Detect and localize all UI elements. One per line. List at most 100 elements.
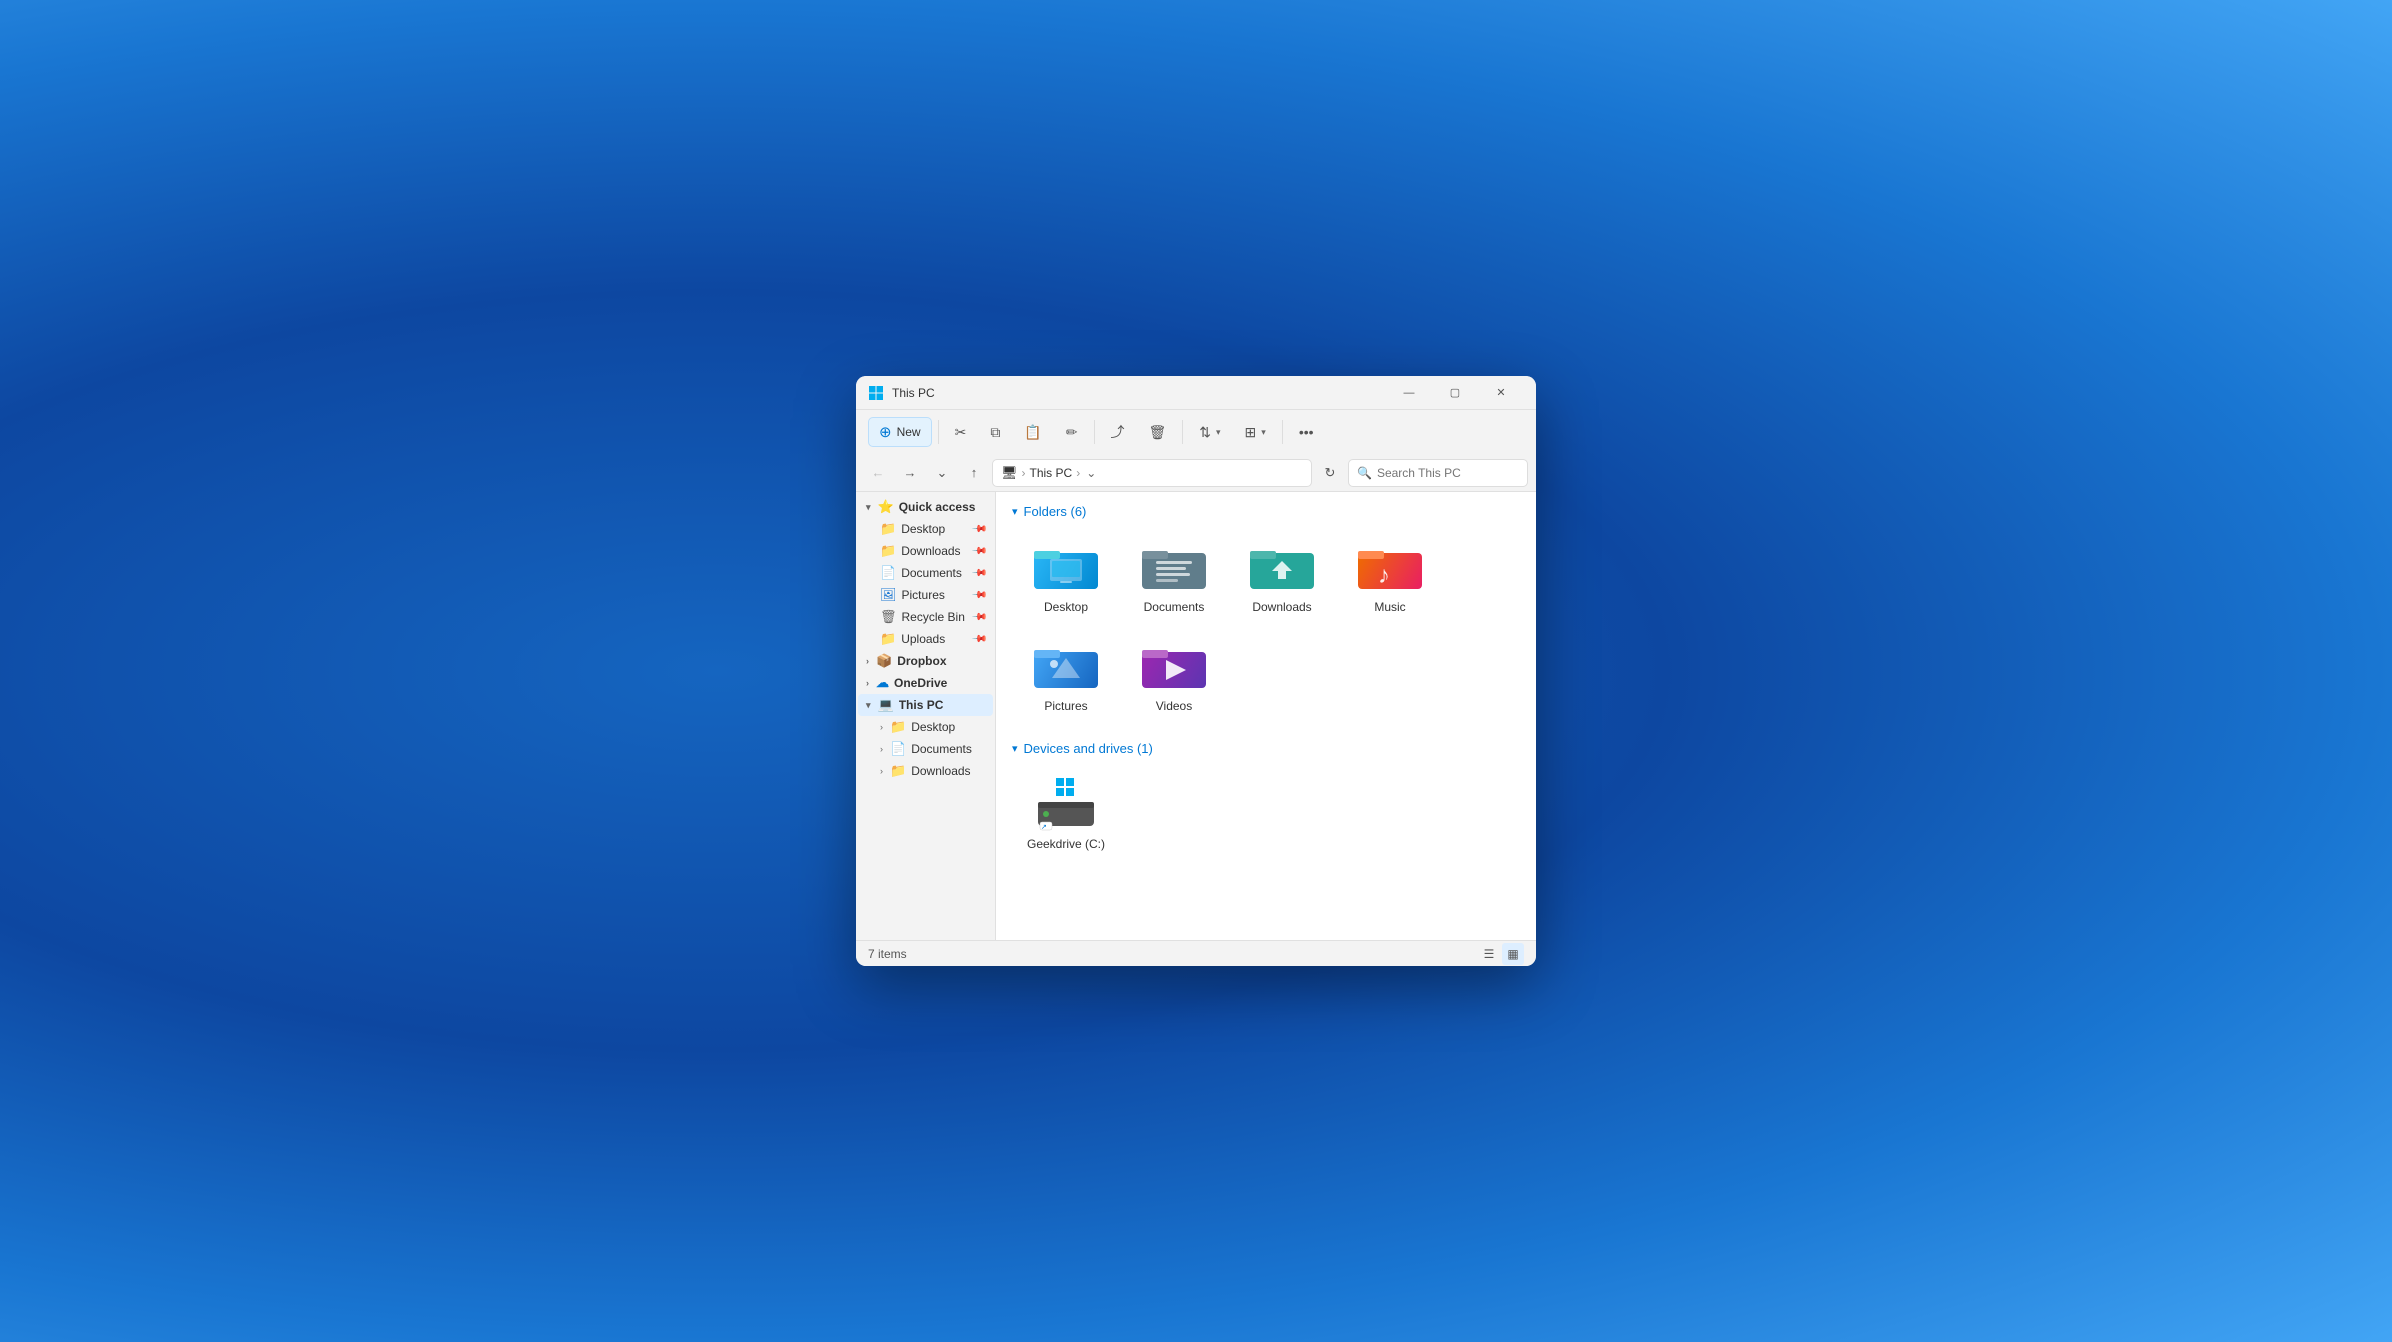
- onedrive-icon: ☁: [876, 675, 889, 691]
- sidebar-item-uploads[interactable]: 📁 Uploads 📌: [868, 628, 993, 650]
- toolbar-separator-2: [1094, 420, 1095, 444]
- onedrive-label: OneDrive: [894, 676, 985, 690]
- folder-downloads[interactable]: Downloads: [1232, 531, 1332, 622]
- copy-button[interactable]: ⧉: [980, 419, 1010, 446]
- folder-desktop-icon: [1031, 539, 1101, 594]
- folder-pictures[interactable]: Pictures: [1016, 630, 1116, 721]
- folder-music-label: Music: [1374, 600, 1405, 614]
- folder-videos[interactable]: Videos: [1124, 630, 1224, 721]
- grid-view-button[interactable]: ▦: [1502, 943, 1524, 965]
- pc-icon: 🖥: [1001, 465, 1018, 481]
- folder-music[interactable]: ♪ Music: [1340, 531, 1440, 622]
- this-pc-label: This PC: [899, 698, 985, 712]
- list-view-button[interactable]: ☰: [1478, 943, 1500, 965]
- sidebar-item-downloads[interactable]: 📁 Downloads 📌: [868, 540, 993, 562]
- folders-section-header[interactable]: ▾ Folders (6): [1012, 504, 1520, 519]
- drive-c[interactable]: ↗ Geekdrive (C:): [1016, 768, 1116, 859]
- sidebar-item-desktop[interactable]: 📁 Desktop 📌: [868, 518, 993, 540]
- sidebar: ▾ ⭐ Quick access 📁 Desktop 📌 📁 Downloads…: [856, 492, 996, 940]
- documents2-label: Documents: [911, 742, 985, 756]
- downloads-icon: 📁: [880, 543, 896, 559]
- downloads-label: Downloads: [901, 544, 967, 558]
- folders-grid: Desktop D: [1012, 531, 1520, 721]
- search-bar[interactable]: 🔍: [1348, 459, 1528, 487]
- this-pc-icon: 💻: [878, 697, 894, 713]
- maximize-button[interactable]: ▢: [1432, 376, 1478, 410]
- folder-desktop[interactable]: Desktop: [1016, 531, 1116, 622]
- new-plus-icon: ⊕: [879, 423, 892, 441]
- breadcrumb-separator-2: ›: [1076, 466, 1080, 480]
- cut-button[interactable]: ✂: [945, 419, 977, 446]
- window-controls: — ▢ ✕: [1386, 376, 1524, 410]
- toolbar: ⊕ New ✂ ⧉ 📋 ✏ ⤴ 🗑 ⇅ ▾ ⊞ ▾: [856, 410, 1536, 454]
- folder-music-icon: ♪: [1355, 539, 1425, 594]
- folder-documents-icon: [1139, 539, 1209, 594]
- dropbox-chevron: ›: [866, 656, 869, 666]
- sidebar-item-documents[interactable]: 📄 Documents 📌: [868, 562, 993, 584]
- view-button[interactable]: ⊞ ▾: [1235, 419, 1276, 446]
- desktop2-icon: 📁: [890, 719, 906, 735]
- view-chevron-icon: ▾: [1261, 427, 1266, 438]
- dropbox-icon: 📦: [876, 653, 892, 669]
- rename-button[interactable]: ✏: [1056, 419, 1088, 446]
- view-buttons: ☰ ▦: [1478, 943, 1524, 965]
- cut-icon: ✂: [955, 424, 967, 441]
- desktop2-chevron: ›: [880, 722, 883, 732]
- share-button[interactable]: ⤴: [1101, 417, 1135, 447]
- quick-access-items: 📁 Desktop 📌 📁 Downloads 📌 📄 Documents 📌 …: [856, 518, 995, 650]
- sidebar-item-quick-access[interactable]: ▾ ⭐ Quick access: [858, 496, 993, 518]
- sidebar-item-recycle-bin[interactable]: 🗑 Recycle Bin 📌: [868, 606, 993, 628]
- forward-button[interactable]: →: [896, 459, 924, 487]
- sidebar-item-onedrive[interactable]: › ☁ OneDrive: [858, 672, 993, 694]
- folders-section-title: Folders (6): [1024, 504, 1087, 519]
- delete-icon: 🗑: [1149, 424, 1167, 441]
- folder-pictures-label: Pictures: [1044, 699, 1087, 713]
- search-input[interactable]: [1377, 466, 1519, 480]
- quick-access-label: Quick access: [899, 500, 985, 514]
- sidebar-item-desktop2[interactable]: › 📁 Desktop: [868, 716, 993, 738]
- delete-button[interactable]: 🗑: [1139, 419, 1177, 446]
- sort-chevron-icon: ▾: [1216, 427, 1221, 438]
- folder-downloads-icon: [1247, 539, 1317, 594]
- sidebar-item-this-pc[interactable]: ▾ 💻 This PC: [858, 694, 993, 716]
- back-button[interactable]: ←: [864, 459, 892, 487]
- folder-desktop-label: Desktop: [1044, 600, 1088, 614]
- drives-section-header[interactable]: ▾ Devices and drives (1): [1012, 741, 1520, 756]
- file-explorer-window: This PC — ▢ ✕ ⊕ New ✂ ⧉ 📋 ✏ ⤴ 🗑: [856, 376, 1536, 966]
- more-button[interactable]: •••: [1289, 419, 1324, 445]
- sidebar-item-downloads2[interactable]: › 📁 Downloads: [868, 760, 993, 782]
- toolbar-separator-1: [938, 420, 939, 444]
- view-icon: ⊞: [1245, 424, 1257, 441]
- documents2-icon: 📄: [890, 741, 906, 757]
- title-bar: This PC — ▢ ✕: [856, 376, 1536, 410]
- uploads-pin-icon: 📌: [970, 631, 987, 648]
- documents-pin-icon: 📌: [970, 565, 987, 582]
- paste-button[interactable]: 📋: [1014, 419, 1051, 446]
- sidebar-item-documents2[interactable]: › 📄 Documents: [868, 738, 993, 760]
- new-button[interactable]: ⊕ New: [868, 417, 932, 447]
- this-pc-items: › 📁 Desktop › 📄 Documents › 📁 Downloads: [856, 716, 995, 782]
- folder-videos-label: Videos: [1156, 699, 1192, 713]
- pictures-icon: 🖼: [880, 587, 897, 603]
- sort-button[interactable]: ⇅ ▾: [1189, 419, 1230, 446]
- downloads2-chevron: ›: [880, 766, 883, 776]
- close-button[interactable]: ✕: [1478, 376, 1524, 410]
- documents-label: Documents: [901, 566, 967, 580]
- folder-documents[interactable]: Documents: [1124, 531, 1224, 622]
- up-button[interactable]: ↑: [960, 459, 988, 487]
- pictures-label: Pictures: [902, 588, 968, 602]
- sidebar-item-pictures[interactable]: 🖼 Pictures 📌: [868, 584, 993, 606]
- pictures-pin-icon: 📌: [970, 587, 987, 604]
- desktop-icon: 📁: [880, 521, 896, 537]
- breadcrumb-dropdown[interactable]: ⌄: [1086, 466, 1096, 480]
- sidebar-item-dropbox[interactable]: › 📦 Dropbox: [858, 650, 993, 672]
- minimize-button[interactable]: —: [1386, 376, 1432, 410]
- drives-chevron-icon: ▾: [1012, 742, 1018, 755]
- toolbar-separator-3: [1182, 420, 1183, 444]
- file-area: ▾ Folders (6): [996, 492, 1536, 940]
- breadcrumb[interactable]: 🖥 › This PC › ⌄: [992, 459, 1312, 487]
- paste-icon: 📋: [1024, 424, 1041, 441]
- window-title: This PC: [892, 386, 1386, 400]
- recent-button[interactable]: ⌄: [928, 459, 956, 487]
- refresh-button[interactable]: ↻: [1316, 459, 1344, 487]
